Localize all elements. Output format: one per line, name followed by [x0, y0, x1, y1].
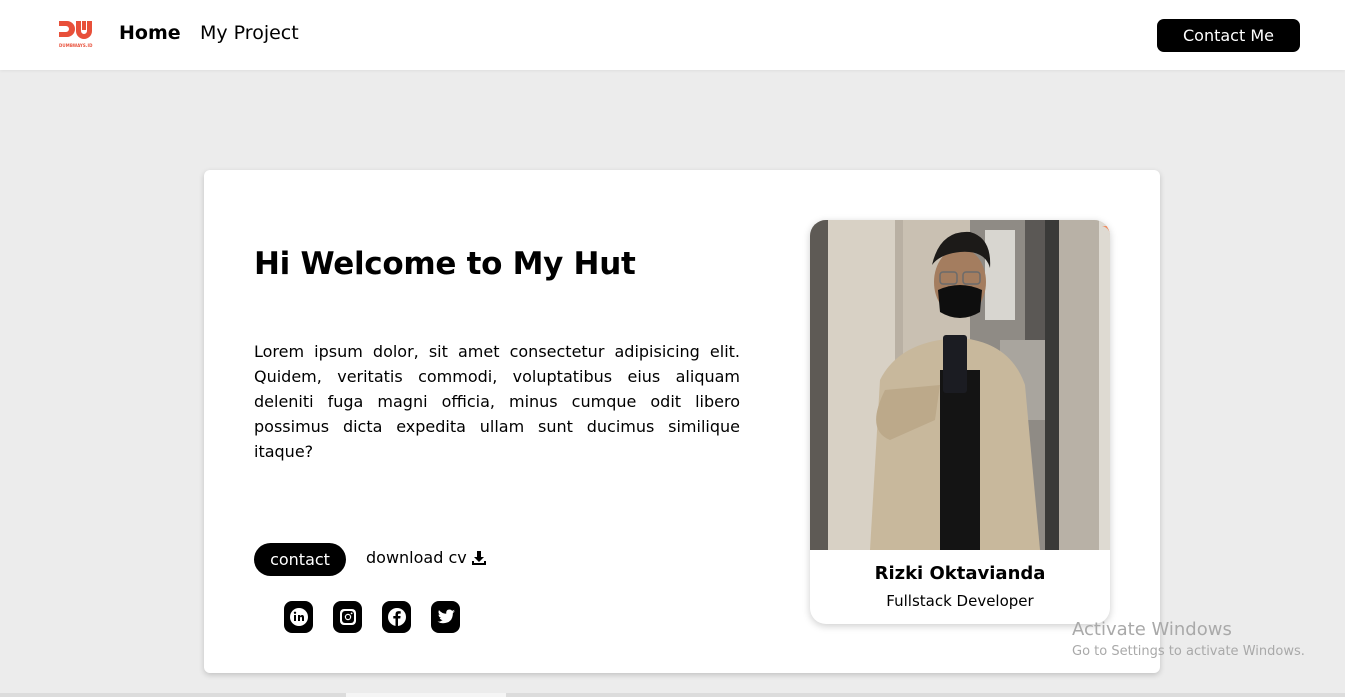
scrollbar-thumb[interactable]	[346, 693, 506, 697]
twitter-icon[interactable]	[431, 601, 460, 633]
nav-home[interactable]: Home	[119, 22, 181, 44]
intro-paragraph: Lorem ipsum dolor, sit amet consectetur …	[254, 342, 740, 461]
profile-photo	[810, 220, 1110, 550]
hero-card: Hi Welcome to My Hut Lorem ipsum dolor, …	[204, 170, 1160, 673]
facebook-icon[interactable]	[382, 601, 411, 633]
activate-windows-subtitle: Go to Settings to activate Windows.	[1072, 644, 1305, 659]
contact-me-button[interactable]: Contact Me	[1157, 19, 1300, 52]
logo-mark-icon	[59, 21, 92, 39]
social-links	[284, 601, 460, 633]
navbar: DUMBWAYS.ID Home My Project Contact Me	[0, 0, 1345, 70]
instagram-icon[interactable]	[333, 601, 362, 633]
linkedin-icon[interactable]	[284, 601, 313, 633]
download-cv-link[interactable]: download cv	[366, 548, 487, 567]
dumbways-logo[interactable]: DUMBWAYS.ID	[58, 19, 100, 49]
nav-my-project[interactable]: My Project	[200, 22, 299, 44]
profile-name: Rizki Oktavianda	[874, 563, 1046, 584]
horizontal-scrollbar[interactable]	[0, 693, 1345, 697]
page-title: Hi Welcome to My Hut	[254, 246, 636, 282]
activate-windows-title: Activate Windows	[1072, 619, 1232, 640]
download-icon	[471, 550, 486, 565]
download-cv-label: download cv	[366, 548, 467, 567]
profile-card: Rizki Oktavianda Fullstack Developer	[810, 220, 1110, 624]
contact-button[interactable]: contact	[254, 543, 346, 576]
logo-text: DUMBWAYS.ID	[59, 43, 93, 48]
profile-role: Fullstack Developer	[886, 592, 1034, 610]
